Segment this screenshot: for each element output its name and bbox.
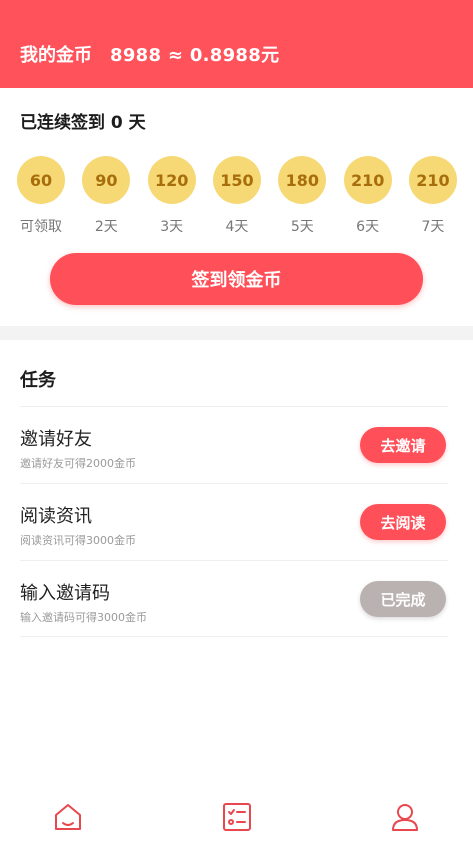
signin-day-4: 150 4天 <box>212 156 262 236</box>
coin-balance: 8988 ≈ 0.8988元 <box>110 45 280 66</box>
coin-badge: 180 <box>278 156 327 204</box>
read-button[interactable]: 去阅读 <box>360 504 446 540</box>
coin-badge: 120 <box>147 156 196 204</box>
day-label: 2天 <box>94 219 118 235</box>
coin-badge: 210 <box>343 156 392 204</box>
home-icon <box>55 804 81 830</box>
header-bar: 我的金币 8988 ≈ 0.8988元 <box>0 0 473 88</box>
task-row-invite-code: 输入邀请码 输入邀请码可得3000金币 已完成 <box>20 560 448 636</box>
completed-badge: 已完成 <box>360 581 446 617</box>
coin-badge: 210 <box>408 156 457 204</box>
task-name: 输入邀请码 <box>20 583 110 604</box>
section-divider <box>0 326 473 340</box>
coin-badge: 60 <box>17 156 65 204</box>
nav-tasks[interactable] <box>217 797 257 837</box>
task-name: 邀请好友 <box>20 429 92 450</box>
day-label: 5天 <box>290 219 314 235</box>
day-label: 7天 <box>421 219 445 235</box>
invite-button[interactable]: 去邀请 <box>360 427 446 463</box>
day-label: 6天 <box>356 219 380 235</box>
task-desc: 输入邀请码可得3000金币 <box>20 611 147 624</box>
task-row-invite: 邀请好友 邀请好友可得2000金币 去邀请 <box>20 406 448 482</box>
signin-day-5: 180 5天 <box>277 156 327 236</box>
day-label: 3天 <box>160 219 184 235</box>
day-label: 可领取 <box>20 219 62 235</box>
task-desc: 邀请好友可得2000金币 <box>20 457 136 470</box>
signin-day-3: 120 3天 <box>147 156 197 236</box>
nav-profile[interactable] <box>385 797 425 837</box>
signin-button[interactable]: 签到领金币 <box>50 253 423 305</box>
user-icon <box>392 804 418 831</box>
task-row-read: 阅读资讯 阅读资讯可得3000金币 去阅读 <box>20 483 448 559</box>
divider <box>20 636 448 637</box>
signin-day-2: 90 2天 <box>81 156 131 236</box>
coin-badge: 150 <box>212 156 261 204</box>
streak-text: 已连续签到 0 天 <box>20 113 146 133</box>
task-list-icon <box>222 803 251 831</box>
coin-badge: 90 <box>82 156 131 204</box>
signin-day-7: 210 7天 <box>408 156 458 236</box>
page-title: 我的金币 <box>20 45 92 66</box>
signin-days: 60 可领取 90 2天 120 3天 150 4天 180 5天 210 6天… <box>16 156 458 236</box>
task-name: 阅读资讯 <box>20 506 92 527</box>
task-desc: 阅读资讯可得3000金币 <box>20 534 136 547</box>
day-label: 4天 <box>225 219 249 235</box>
signin-card: 已连续签到 0 天 60 可领取 90 2天 120 3天 150 4天 180… <box>0 88 473 326</box>
bottom-nav <box>0 787 473 847</box>
signin-day-6: 210 6天 <box>343 156 393 236</box>
tasks-title: 任务 <box>20 370 56 391</box>
signin-day-1[interactable]: 60 可领取 <box>16 156 66 236</box>
nav-home[interactable] <box>48 797 88 837</box>
